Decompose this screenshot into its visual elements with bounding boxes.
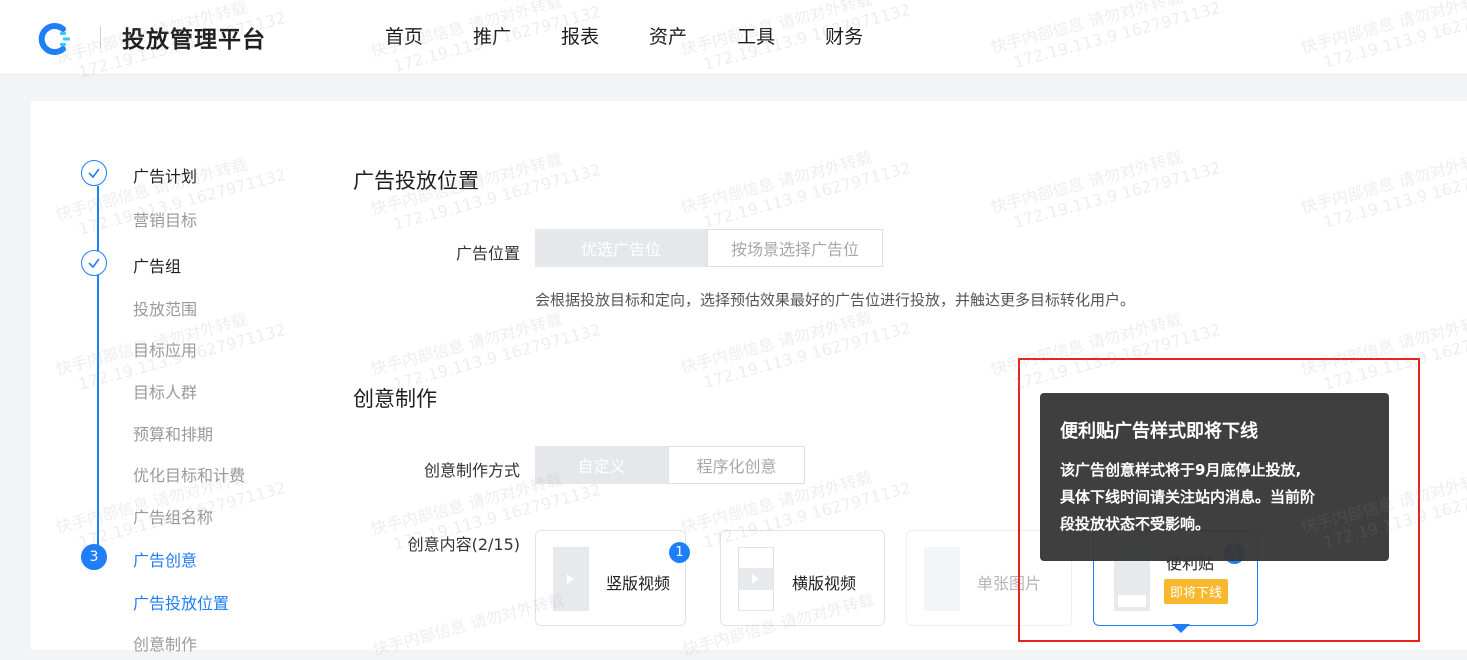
step-progress-line xyxy=(97,186,99,556)
step-item-target-audience[interactable]: 目标人群 xyxy=(133,379,197,403)
creative-card-horizontal-video[interactable]: 横版视频 xyxy=(720,530,885,626)
nav-promotion[interactable]: 推广 xyxy=(473,22,511,49)
tooltip-body: 该广告创意样式将于9月底停止投放, 具体下线时间请关注站内消息。当前阶 段投放状… xyxy=(1060,457,1369,538)
tooltip-line: 具体下线时间请关注站内消息。当前阶 xyxy=(1060,488,1316,506)
step-ad-plan[interactable]: 广告计划 xyxy=(133,163,197,187)
nav-finance[interactable]: 财务 xyxy=(825,22,863,49)
creative-section-title: 创意制作 xyxy=(353,387,437,411)
step-item-budget-schedule[interactable]: 预算和排期 xyxy=(133,421,213,445)
platform-logo-icon xyxy=(38,23,70,55)
creative-card-vertical-video[interactable]: 竖版视频 1 xyxy=(535,530,690,626)
selected-card-pointer xyxy=(1172,624,1190,633)
video-thumbnail-icon xyxy=(553,547,589,611)
main-nav: 首页 推广 报表 资产 工具 财务 xyxy=(385,22,913,49)
step-item-optimization-billing[interactable]: 优化目标和计费 xyxy=(133,462,245,486)
tooltip-line: 段投放状态不受影响。 xyxy=(1060,515,1211,533)
sticky-note-offline-tooltip: 便利贴广告样式即将下线 该广告创意样式将于9月底停止投放, 具体下线时间请关注站… xyxy=(1040,393,1389,561)
step-number-badge: 3 xyxy=(81,544,107,570)
video-thumbnail-icon xyxy=(738,547,774,611)
top-bar: 投放管理平台 首页 推广 报表 资产 工具 财务 xyxy=(0,0,1467,75)
card-label: 横版视频 xyxy=(792,574,857,593)
creative-content-label: 创意内容(2/15) xyxy=(407,535,520,554)
card-label: 竖版视频 xyxy=(606,574,671,593)
step-item-placement[interactable]: 广告投放位置 xyxy=(133,590,229,614)
nav-home[interactable]: 首页 xyxy=(385,22,423,49)
image-thumbnail-icon xyxy=(924,547,960,611)
step-ad-creative[interactable]: 广告创意 xyxy=(133,547,197,571)
tooltip-title: 便利贴广告样式即将下线 xyxy=(1060,421,1258,442)
step-item-target-app[interactable]: 目标应用 xyxy=(133,337,197,361)
nav-reports[interactable]: 报表 xyxy=(561,22,599,49)
step-item-marketing-goal[interactable]: 营销目标 xyxy=(133,207,197,231)
offline-soon-tag: 即将下线 xyxy=(1164,579,1229,604)
creative-method-label: 创意制作方式 xyxy=(423,461,520,480)
step-done-check-icon xyxy=(81,160,107,186)
app-title: 投放管理平台 xyxy=(122,27,266,53)
placement-option-by-scene[interactable]: 按场景选择广告位 xyxy=(707,229,883,267)
placement-hint: 会根据投放目标和定向，选择预估效果最好的广告位进行投放，并触达更多目标转化用户。 xyxy=(535,291,1136,309)
step-item-creative-making[interactable]: 创意制作 xyxy=(133,631,197,655)
nav-assets[interactable]: 资产 xyxy=(649,22,687,49)
count-badge: 1 xyxy=(669,542,690,563)
nav-tools[interactable]: 工具 xyxy=(737,22,775,49)
step-item-delivery-scope[interactable]: 投放范围 xyxy=(133,296,197,320)
placement-section-title: 广告投放位置 xyxy=(353,169,479,193)
placement-option-preferred[interactable]: 优选广告位 xyxy=(535,229,707,267)
creative-method-programmatic[interactable]: 程序化创意 xyxy=(668,446,805,484)
placement-label: 广告位置 xyxy=(455,244,520,263)
placement-segmented-control: 优选广告位 按场景选择广告位 xyxy=(535,229,883,267)
step-ad-group[interactable]: 广告组 xyxy=(133,253,181,277)
creative-method-custom[interactable]: 自定义 xyxy=(535,446,668,484)
card-label: 单张图片 xyxy=(977,574,1042,593)
step-item-group-name[interactable]: 广告组名称 xyxy=(133,504,213,528)
tooltip-line: 该广告创意样式将于9月底停止投放, xyxy=(1060,461,1302,479)
creative-method-segmented-control: 自定义 程序化创意 xyxy=(535,446,805,484)
step-done-check-icon xyxy=(81,250,107,276)
logo-divider xyxy=(100,26,101,48)
